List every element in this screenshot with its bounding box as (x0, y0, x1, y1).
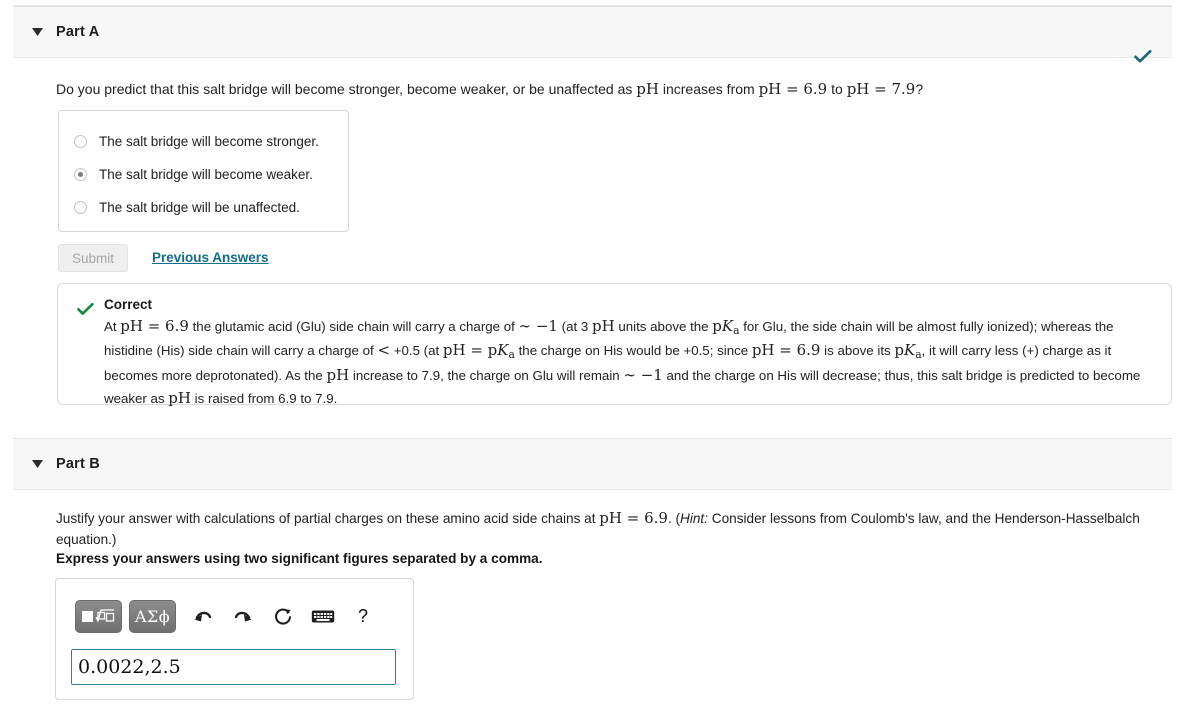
fb-t6: +0.5 (at (390, 343, 443, 359)
fb-t10: increase to 7.9, the charge on Glu will … (349, 367, 624, 383)
choice-option-1[interactable]: The salt bridge will become stronger. (59, 125, 348, 158)
part-a-status-check-icon (1134, 50, 1152, 68)
answer-input[interactable]: 0.0022,2.5 (71, 649, 396, 685)
fb-m3: pH (591, 317, 615, 335)
fb-t4: units above the (614, 319, 713, 334)
part-b-header[interactable]: Part B (13, 438, 1172, 490)
fb-t7: the charge on His would be +0.5; since (514, 343, 752, 359)
question-math-ph: pH (636, 80, 659, 98)
question-math-ph-end: pH = 7.9 (846, 80, 916, 98)
radio-button-3[interactable] (74, 201, 87, 214)
math-template-icon (82, 608, 115, 626)
pb-hint-label: Hint: (680, 511, 708, 526)
fb-m7: pH = 6.9 (751, 341, 821, 360)
fb-m9: pH (326, 365, 350, 384)
fb-m1: pH = 6.9 (120, 317, 189, 335)
radio-button-1[interactable] (74, 135, 87, 148)
question-text-3: to (827, 81, 847, 97)
fb-pka-1: pKa (712, 317, 739, 337)
correct-check-icon (77, 302, 94, 320)
part-a-header[interactable]: Part A (13, 6, 1172, 58)
correct-feedback-box: Correct At pH = 6.9 the glutamic acid (G… (57, 283, 1172, 407)
choice-option-2[interactable]: The salt bridge will become weaker. (59, 158, 348, 191)
fb-pka-3: pKa (894, 341, 921, 361)
answer-choices-box: The salt bridge will become stronger. Th… (58, 110, 349, 232)
question-math-ph-start: pH = 6.9 (758, 80, 828, 98)
pb-text-1: Justify your answer with calculations of… (56, 511, 600, 526)
fb-pka-3-p: p (894, 341, 904, 360)
greek-letters-label: ΑΣϕ (134, 607, 171, 626)
fb-m5: < (377, 341, 391, 360)
fb-m2: ∼ −1 (518, 317, 558, 335)
radical-box-icon (95, 608, 115, 623)
fb-t1: At (104, 319, 121, 334)
fb-pka-1-p: p (712, 317, 722, 335)
part-a-title: Part A (56, 24, 100, 40)
redo-arrow-icon[interactable] (223, 602, 263, 632)
math-toolbar: ΑΣϕ ? (75, 596, 397, 637)
homework-page: Part A Do you predict that this salt bri… (0, 0, 1200, 709)
choice-label-3: The salt bridge will be unaffected. (99, 200, 300, 215)
choice-option-3[interactable]: The salt bridge will be unaffected. (59, 191, 348, 224)
pb-text-2: . ( (667, 511, 681, 526)
part-b-title: Part B (56, 456, 100, 472)
undo-arrow-icon[interactable] (183, 602, 223, 632)
template-box-icon (82, 611, 93, 622)
previous-answers-link[interactable]: Previous Answers (152, 250, 269, 265)
question-text-1: Do you predict that this salt bridge wil… (56, 81, 637, 97)
choice-label-2: The salt bridge will become weaker. (99, 167, 313, 182)
express-answer-instruction: Express your answers using two significa… (56, 551, 543, 566)
choice-label-1: The salt bridge will become stronger. (99, 134, 319, 149)
fb-t2: the glutamic acid (Glu) side chain will … (188, 319, 519, 334)
submit-button[interactable]: Submit (58, 244, 128, 272)
feedback-explanation: At pH = 6.9 the glutamic acid (Glu) side… (104, 315, 1157, 409)
help-button[interactable]: ? (343, 602, 383, 632)
fb-pka-3-k: K (904, 341, 916, 360)
math-template-button[interactable] (75, 600, 122, 633)
fb-pka-2-k: K (497, 341, 509, 360)
greek-symbols-button[interactable]: ΑΣϕ (129, 600, 176, 633)
question-text-2: increases from (658, 81, 759, 97)
fb-m11: pH (168, 388, 191, 407)
feedback-body: Correct At pH = 6.9 the glutamic acid (G… (104, 297, 1157, 409)
fb-t12: is raised from 6.9 to 7.9. (190, 390, 338, 406)
answer-entry-panel: ΑΣϕ ? 0.0022,2.5 (55, 578, 414, 700)
caret-down-icon[interactable] (30, 28, 44, 36)
part-a-question: Do you predict that this salt bridge wil… (56, 79, 923, 101)
question-text-4: ? (915, 81, 924, 97)
reset-circular-arrow-icon[interactable] (263, 602, 303, 632)
fb-pka-2-p: pH = p (442, 341, 498, 360)
radio-button-2[interactable] (74, 168, 87, 181)
part-b-question: Justify your answer with calculations of… (56, 507, 1161, 550)
fb-m10: ∼ −1 (623, 365, 663, 384)
keyboard-icon[interactable] (303, 602, 343, 632)
feedback-title: Correct (104, 297, 153, 312)
fb-t8: is above its (820, 343, 895, 359)
pb-math-ph: pH = 6.9 (599, 509, 668, 527)
fb-pka-1-k: K (721, 317, 734, 335)
caret-down-icon[interactable] (30, 460, 44, 468)
fb-pka-2: pH = pKa (442, 341, 515, 361)
fb-t3: (at 3 (557, 319, 592, 334)
